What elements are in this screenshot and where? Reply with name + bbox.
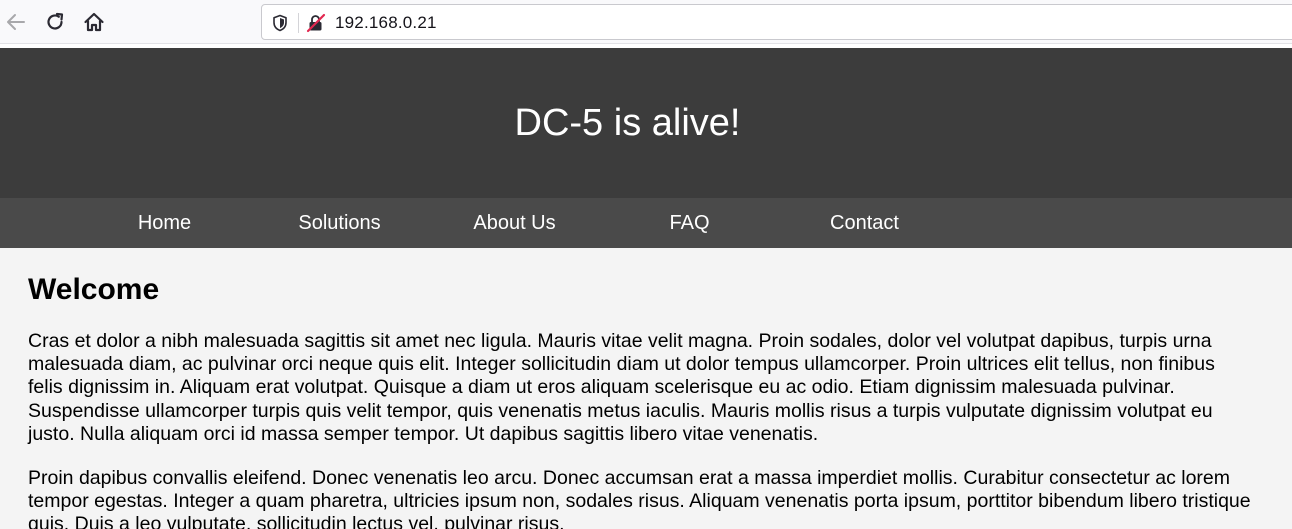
body-paragraph: Cras et dolor a nibh malesuada sagittis … (28, 330, 1215, 445)
main-content: Welcome Cras et dolor a nibh malesuada s… (28, 248, 1253, 529)
nav-home-link[interactable]: Home (77, 198, 252, 248)
web-page: DC-5 is alive! Home Solutions About Us F… (0, 48, 1292, 529)
nav-about-us-link[interactable]: About Us (427, 198, 602, 248)
url-separator (298, 13, 299, 33)
back-button[interactable] (0, 7, 30, 37)
site-header: DC-5 is alive! (0, 48, 1292, 198)
insecure-lock-icon[interactable] (306, 13, 326, 38)
site-title: DC-5 is alive! (514, 102, 741, 144)
body-paragraph: Proin dapibus convallis eleifend. Donec … (28, 467, 1251, 529)
reload-button[interactable] (40, 7, 70, 37)
nav-solutions-link[interactable]: Solutions (252, 198, 427, 248)
browser-toolbar: 192.168.0.21 (0, 0, 1292, 44)
home-button[interactable] (79, 7, 109, 37)
nav-faq-link[interactable]: FAQ (602, 198, 777, 248)
nav-contact-link[interactable]: Contact (777, 198, 952, 248)
shield-icon[interactable] (272, 14, 288, 37)
site-nav: Home Solutions About Us FAQ Contact (0, 198, 1292, 248)
url-text[interactable]: 192.168.0.21 (335, 13, 437, 33)
welcome-heading: Welcome (28, 273, 160, 306)
reload-icon (47, 12, 64, 30)
arrow-left-icon (7, 14, 25, 30)
home-icon (84, 12, 104, 32)
address-bar[interactable]: 192.168.0.21 (261, 4, 1292, 40)
